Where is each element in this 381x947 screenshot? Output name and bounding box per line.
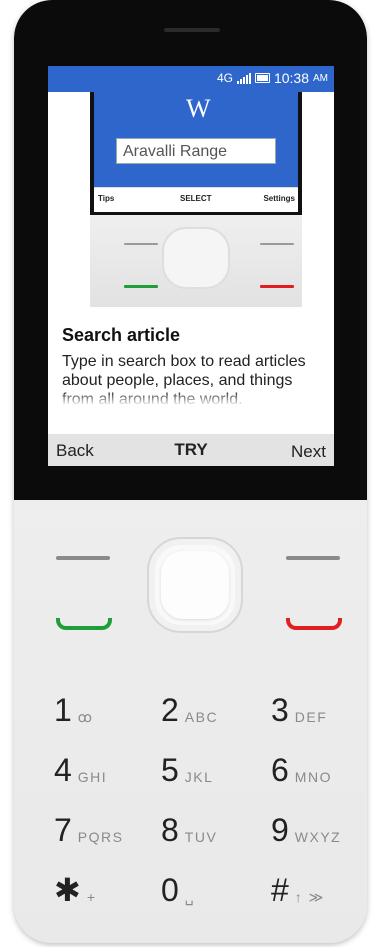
mini-call-icon: [124, 285, 158, 288]
key-6[interactable]: 6 MNO: [271, 746, 332, 786]
network-type: 4G: [216, 71, 233, 85]
mini-search-input: Aravalli Range: [116, 138, 276, 164]
onboarding-title: Search article: [62, 325, 181, 345]
key-star[interactable]: ✱ +: [54, 866, 97, 906]
phone-body: 4G 10:38 AM W Aravalli Range Tips SELECT: [14, 0, 367, 943]
onboarding-illustration: W Aravalli Range Tips SELECT Settings: [48, 92, 334, 307]
voicemail-icon: ꝏ: [77, 709, 94, 725]
mini-dpad: [162, 227, 230, 289]
mini-end-call-icon: [260, 285, 294, 288]
mini-right-softkey: [260, 243, 294, 245]
end-call-icon[interactable]: [286, 618, 342, 630]
signal-icon: [236, 72, 251, 84]
key-7[interactable]: 7 PQRS: [54, 806, 123, 846]
battery-icon: [254, 73, 270, 83]
mini-softkey-right: Settings: [263, 194, 295, 203]
mini-keypad: [90, 215, 302, 307]
key-2[interactable]: 2 ABC: [161, 686, 218, 726]
mini-phone-screen: W Aravalli Range Tips SELECT Settings: [94, 92, 298, 212]
mini-phone-bezel: W Aravalli Range Tips SELECT Settings: [90, 92, 302, 215]
key-4[interactable]: 4 GHI: [54, 746, 107, 786]
dpad-button[interactable]: [147, 537, 243, 633]
left-softkey-button[interactable]: [56, 556, 110, 560]
key-8[interactable]: 8 TUV: [161, 806, 217, 846]
right-softkey-button[interactable]: [286, 556, 340, 560]
softkey-next[interactable]: Next: [291, 442, 326, 462]
wikipedia-logo-icon: W: [186, 94, 211, 123]
key-1[interactable]: 1ꝏ: [54, 686, 94, 726]
call-icon[interactable]: [56, 618, 112, 630]
key-5[interactable]: 5 JKL: [161, 746, 213, 786]
clock-ampm: AM: [313, 72, 328, 84]
asterisk-icon: ✱: [54, 872, 81, 908]
shift-icon: ↑ ≫: [294, 889, 325, 905]
key-hash[interactable]: # ↑ ≫: [271, 866, 325, 906]
mini-softkey-center: SELECT: [180, 194, 212, 203]
space-icon: ␣: [184, 889, 196, 905]
softkey-bar: Back TRY Next: [48, 434, 334, 466]
earpiece-speaker: [164, 28, 220, 32]
phone-screen: 4G 10:38 AM W Aravalli Range Tips SELECT: [48, 66, 334, 466]
status-bar: 4G 10:38 AM: [48, 66, 334, 92]
clock-time: 10:38: [273, 70, 309, 86]
mini-left-softkey: [124, 243, 158, 245]
key-9[interactable]: 9 WXYZ: [271, 806, 341, 846]
text-fade: [48, 391, 334, 406]
mini-search-header: W Aravalli Range: [94, 92, 298, 187]
key-0[interactable]: 0 ␣: [161, 866, 195, 906]
dpad-select-button[interactable]: [161, 551, 229, 619]
mini-softkey-left: Tips: [98, 194, 115, 203]
mini-softkey-bar: Tips SELECT Settings: [94, 187, 298, 212]
key-3[interactable]: 3 DEF: [271, 686, 327, 726]
